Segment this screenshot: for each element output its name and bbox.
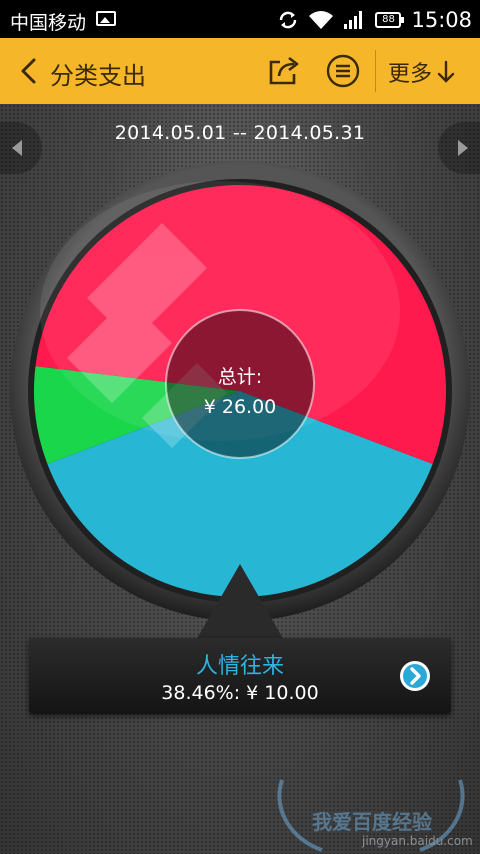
- share-icon[interactable]: [266, 52, 302, 88]
- chevron-right-icon: [458, 140, 468, 156]
- carrier-name: 中国移动: [10, 12, 87, 34]
- arrow-down-icon: [437, 60, 455, 83]
- battery-level: 88: [382, 14, 395, 25]
- watermark-text: 我爱百度经验: [312, 810, 432, 834]
- more-button[interactable]: 更多: [388, 56, 456, 88]
- action-divider: [375, 50, 376, 92]
- total-label: 总计:: [217, 366, 263, 388]
- total-summary: 总计: ¥ 26.00: [166, 322, 314, 470]
- details-arrow-icon[interactable]: [399, 660, 431, 692]
- gallery-icon: [96, 11, 116, 26]
- wifi-icon: [309, 11, 334, 29]
- back-arrow-icon[interactable]: [14, 56, 44, 86]
- status-bar: 中国移动 88 15:08: [0, 0, 480, 38]
- total-amount: ¥ 26.00: [203, 396, 277, 418]
- watermark-url: jingyan.baidu.com: [362, 834, 473, 848]
- page-title[interactable]: 分类支出: [50, 56, 146, 91]
- sync-icon: [280, 11, 297, 29]
- action-bar: 分类支出 更多: [0, 38, 480, 104]
- date-range: 2014.05.01 -- 2014.05.31: [114, 122, 366, 144]
- battery-icon: 88: [375, 12, 405, 28]
- more-label: 更多: [388, 62, 433, 87]
- selected-category-name: 人情往来: [195, 654, 284, 679]
- selected-category-detail: 38.46%: ¥ 10.00: [161, 682, 319, 704]
- selection-pointer: [195, 564, 285, 642]
- watermark: 我爱百度经验 jingyan.baidu.com: [262, 770, 480, 854]
- filter-list-icon[interactable]: [326, 54, 360, 88]
- signal-icon: [344, 11, 363, 29]
- selected-category-panel[interactable]: 人情往来 38.46%: ¥ 10.00: [29, 638, 451, 714]
- clock: 15:08: [411, 8, 472, 32]
